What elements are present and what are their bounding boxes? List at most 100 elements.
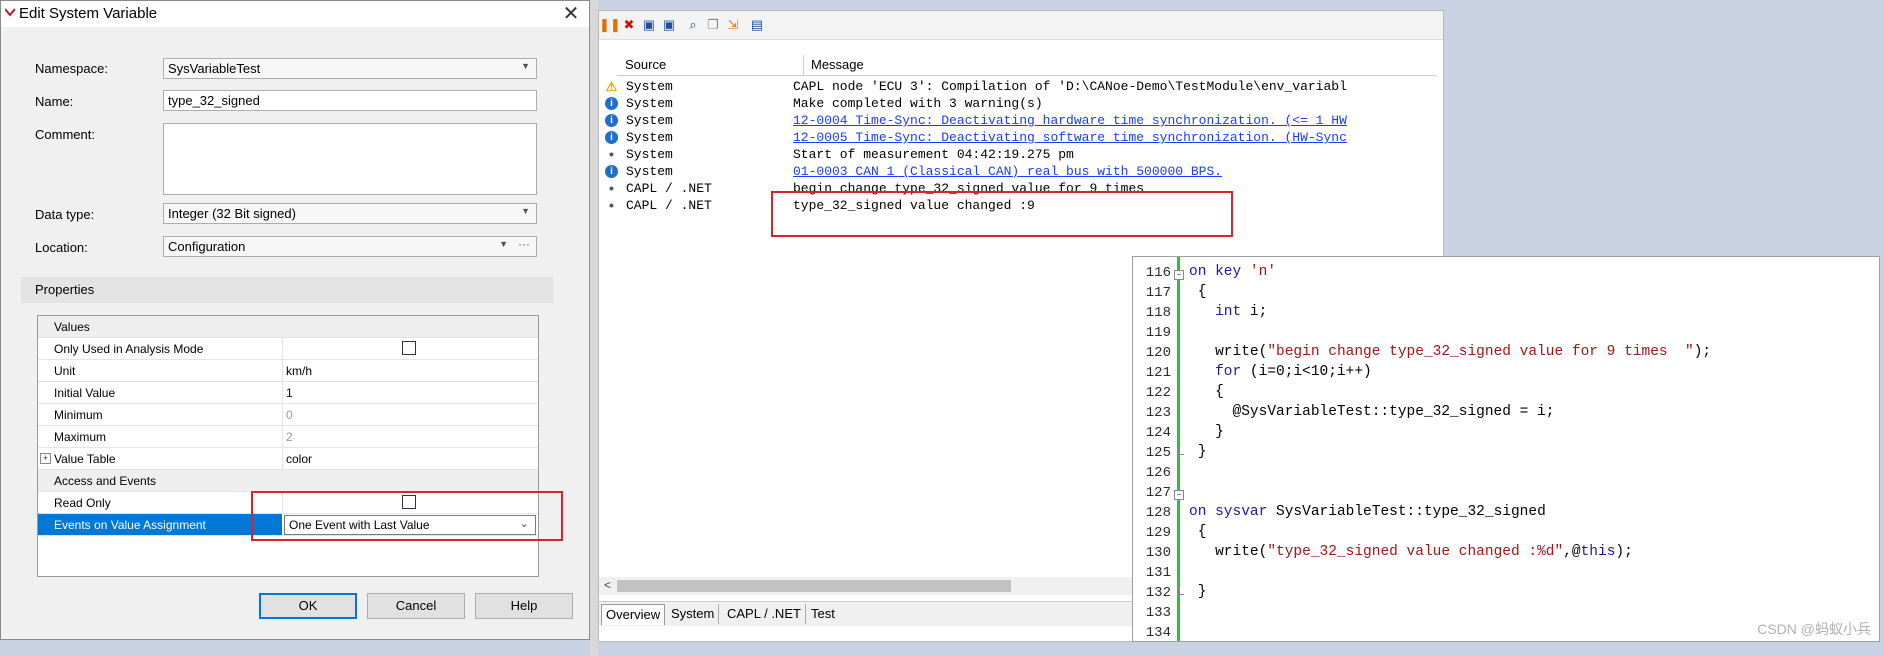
code-line: for (i=0;i<10;i++) (1215, 364, 1372, 380)
properties-label: Properties (35, 282, 95, 297)
column-message[interactable]: Message (811, 57, 864, 72)
highlight-box-log (771, 191, 1233, 237)
row-value: km/h (286, 364, 313, 378)
options-icon[interactable]: ▤ (749, 17, 765, 33)
copy-icon[interactable]: ❐ (705, 17, 721, 33)
line-number: 124 (1145, 425, 1171, 441)
grid-row-initial-value[interactable]: Initial Value 1 (38, 382, 538, 404)
log-message-link[interactable]: 12-0004 Time-Sync: Deactivating hardware… (793, 113, 1347, 128)
row-name: Maximum (54, 430, 107, 444)
warning-icon: ⚠ (605, 79, 618, 94)
grid-row-minimum[interactable]: Minimum 0 (38, 404, 538, 426)
access-section-header: Access and Events (38, 470, 538, 492)
row-name: Events on Value Assignment (54, 518, 206, 532)
line-number: 115 (1137, 257, 1171, 261)
expand-icon[interactable]: + (40, 453, 51, 464)
vector-logo-icon (5, 8, 15, 17)
row-name: Only Used in Analysis Mode (54, 342, 204, 356)
code-line: write("begin change type_32_signed value… (1189, 344, 1712, 360)
scroll-left-icon[interactable]: < (604, 578, 611, 592)
row-name: Read Only (54, 496, 111, 510)
log-source: System (626, 96, 673, 111)
line-number: 133 (1145, 605, 1171, 621)
write-window-toolbar: ❚❚ ✖ ▣ ▣ ⌕ ❐ ⇲ ▤ (599, 11, 1443, 40)
row-name: Initial Value (54, 386, 116, 400)
tab-capl-net[interactable]: CAPL / .NET (723, 604, 806, 624)
clear-all-icon[interactable]: ▣ (661, 17, 677, 33)
row-name: Value Table (54, 452, 116, 466)
dialog-titlebar: Edit System Variable ✕ (1, 1, 589, 27)
cancel-button[interactable]: Cancel (367, 593, 465, 619)
datatype-value: Integer (32 Bit signed) (168, 206, 296, 221)
comment-field[interactable] (163, 123, 537, 195)
log-message-link[interactable]: 01-0003 CAN 1 (Classical CAN) real bus w… (793, 164, 1222, 179)
export-icon[interactable]: ⇲ (725, 17, 741, 33)
location-combo[interactable]: Configuration ▼ ··· (163, 236, 537, 257)
line-number: 128 (1145, 505, 1171, 521)
log-source: System (626, 79, 673, 94)
line-number: 127 (1145, 485, 1171, 501)
more-icon[interactable]: ··· (518, 237, 530, 251)
clear-filtered-icon[interactable]: ▣ (641, 17, 657, 33)
line-number: 121 (1145, 365, 1171, 381)
analysis-mode-checkbox[interactable] (402, 341, 416, 355)
log-source: System (626, 147, 673, 162)
code-line: @SysVariableTest::type_32_signed = i; (1189, 404, 1555, 420)
location-label: Location: (35, 240, 88, 255)
grid-row-unit[interactable]: Unit km/h (38, 360, 538, 382)
column-source[interactable]: Source (625, 57, 666, 72)
row-name: Unit (54, 364, 76, 378)
name-field[interactable]: type_32_signed (163, 90, 537, 111)
edit-system-variable-dialog: Edit System Variable ✕ Namespace: SysVar… (0, 0, 590, 640)
fold-end-icon (1178, 447, 1184, 455)
line-number: 125 (1145, 445, 1171, 461)
tab-system[interactable]: System (667, 604, 720, 624)
line-number-gutter: 115 116 117 118 119 120 121 122 123 124 … (1133, 257, 1173, 641)
code-line: { (1189, 284, 1207, 300)
log-message: Make completed with 3 warning(s) (793, 96, 1043, 111)
line-number: 119 (1145, 325, 1171, 341)
grid-row-analysis-mode[interactable]: Only Used in Analysis Mode (38, 338, 538, 360)
tab-test[interactable]: Test (807, 604, 839, 624)
dot-icon: • (609, 197, 614, 213)
close-icon[interactable]: ✕ (559, 3, 583, 25)
info-icon: i (605, 165, 618, 178)
namespace-combo[interactable]: SysVariableTest ▼ (163, 58, 537, 79)
scrollbar-thumb[interactable] (617, 580, 1011, 592)
info-icon: i (605, 131, 618, 144)
code-line: } (1189, 584, 1207, 600)
help-button[interactable]: Help (475, 593, 573, 619)
line-number: 129 (1145, 525, 1171, 541)
line-number: 130 (1145, 545, 1171, 561)
log-source: System (626, 164, 673, 179)
window-splitter[interactable] (590, 0, 598, 656)
ok-button[interactable]: OK (259, 593, 357, 619)
chevron-down-icon: ▼ (521, 206, 530, 216)
chevron-down-icon: ▼ (499, 239, 508, 249)
code-line: int i; (1215, 304, 1268, 320)
access-header: Access and Events (54, 474, 157, 488)
clear-icon[interactable]: ✖ (621, 17, 637, 33)
code-line: } (1189, 444, 1207, 460)
row-value: 1 (286, 386, 293, 400)
log-message-link[interactable]: 12-0005 Time-Sync: Deactivating software… (793, 130, 1347, 145)
chevron-down-icon: ▼ (521, 61, 530, 71)
fold-toggle-icon[interactable]: − (1174, 270, 1184, 280)
datatype-combo[interactable]: Integer (32 Bit signed) ▼ (163, 203, 537, 224)
code-line: write("type_32_signed value changed :%d"… (1189, 544, 1633, 560)
tab-overview[interactable]: Overview (601, 604, 666, 625)
grid-row-maximum[interactable]: Maximum 2 (38, 426, 538, 448)
datatype-label: Data type: (35, 207, 95, 222)
line-number: 132 (1145, 585, 1171, 601)
fold-toggle-icon[interactable]: − (1174, 490, 1184, 500)
line-number: 126 (1145, 465, 1171, 481)
find-icon[interactable]: ⌕ (685, 17, 701, 33)
dot-icon: • (609, 180, 614, 196)
pause-icon[interactable]: ❚❚ (599, 17, 621, 33)
row-value: color (286, 452, 313, 466)
capl-code-editor[interactable]: 115 116 117 118 119 120 121 122 123 124 … (1132, 256, 1880, 642)
values-header: Values (54, 320, 90, 334)
row-value: 0 (286, 408, 293, 422)
highlight-box-events (251, 491, 563, 541)
grid-row-value-table[interactable]: + Value Table color (38, 448, 538, 470)
